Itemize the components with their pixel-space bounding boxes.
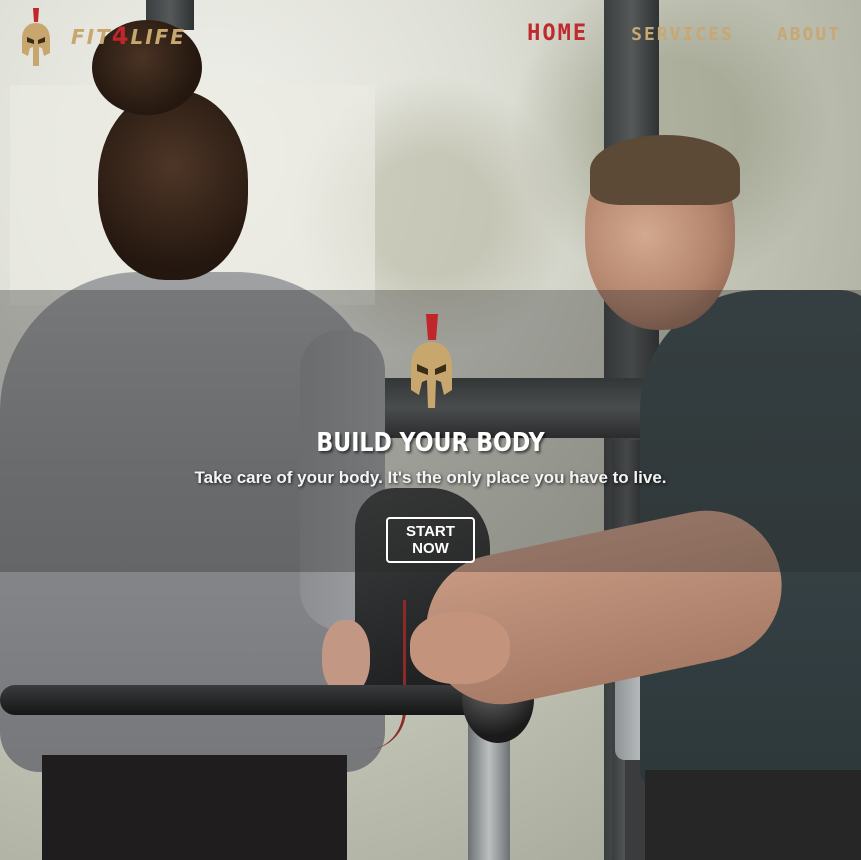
logo-svg (22, 8, 50, 66)
woman-pants (42, 755, 347, 860)
woman-head (98, 90, 248, 280)
treadmill-rail (0, 685, 500, 715)
spartan-helmet-icon (411, 314, 452, 408)
nav-services-link[interactable]: SERVICES (631, 24, 734, 46)
main-nav: HOME SERVICES ABOUT (484, 21, 841, 46)
spartan-helmet-icon[interactable] (20, 6, 52, 66)
hero-title: BUILD YOUR BODY (316, 428, 545, 458)
man-hair (590, 135, 740, 205)
brand-prefix: FIT (71, 25, 112, 49)
brand-suffix: LIFE (130, 25, 186, 49)
brand-wordmark[interactable]: FIT4LIFE (71, 22, 186, 50)
nav-home-link[interactable]: HOME (527, 21, 588, 46)
site-header: FIT4LIFE HOME SERVICES ABOUT (0, 0, 861, 78)
hero-subtitle: Take care of your body. It's the only pl… (194, 468, 667, 487)
start-now-button[interactable]: START NOW (386, 517, 475, 563)
nav-about-link[interactable]: ABOUT (777, 24, 841, 46)
brand-accent: 4 (111, 22, 131, 50)
man-hand (410, 612, 510, 684)
woman-hand (322, 620, 370, 695)
man-pants (645, 770, 861, 860)
